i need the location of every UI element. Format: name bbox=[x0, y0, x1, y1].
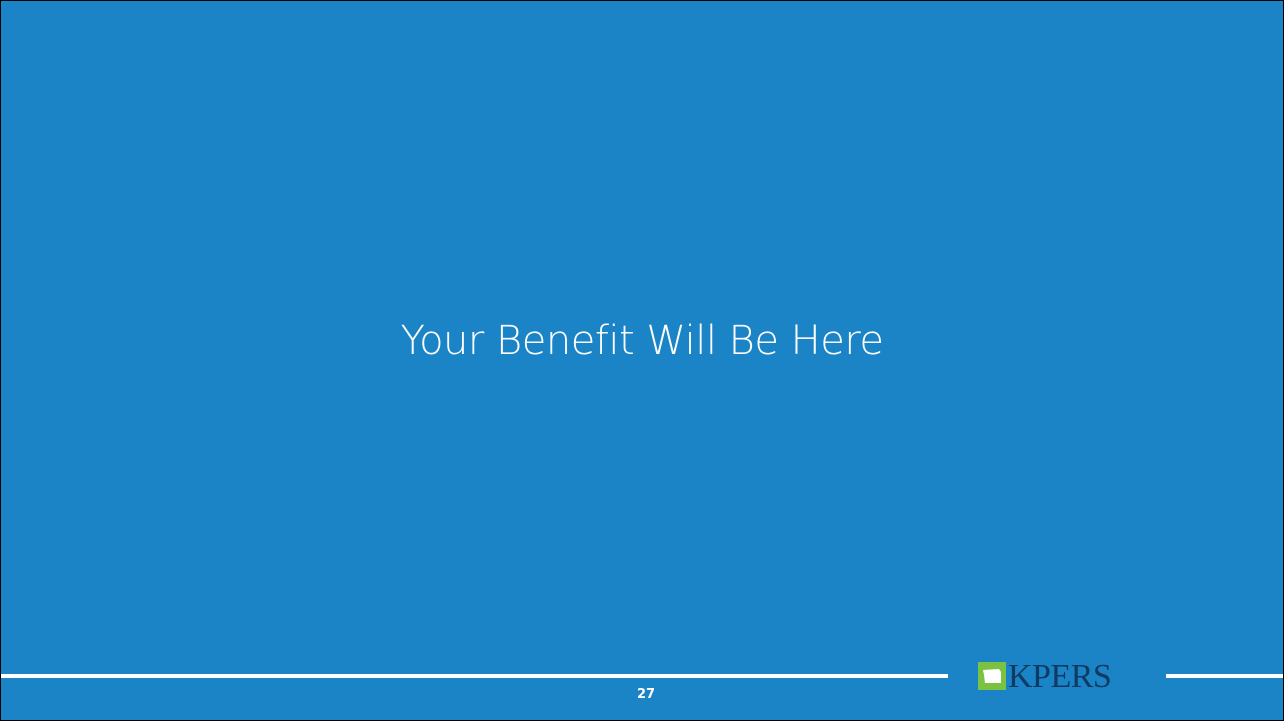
kpers-logo: KPERS bbox=[961, 657, 1161, 697]
slide-title: Your Benefit Will Be Here bbox=[400, 318, 884, 364]
page-number: 27 bbox=[636, 687, 656, 702]
footer-divider-right bbox=[1166, 674, 1283, 678]
logo-text: KPERS bbox=[1008, 658, 1112, 695]
footer-divider-left bbox=[1, 674, 948, 678]
kansas-state-icon bbox=[978, 662, 1006, 690]
slide: Your Benefit Will Be Here 27 KPERS bbox=[1, 1, 1283, 720]
